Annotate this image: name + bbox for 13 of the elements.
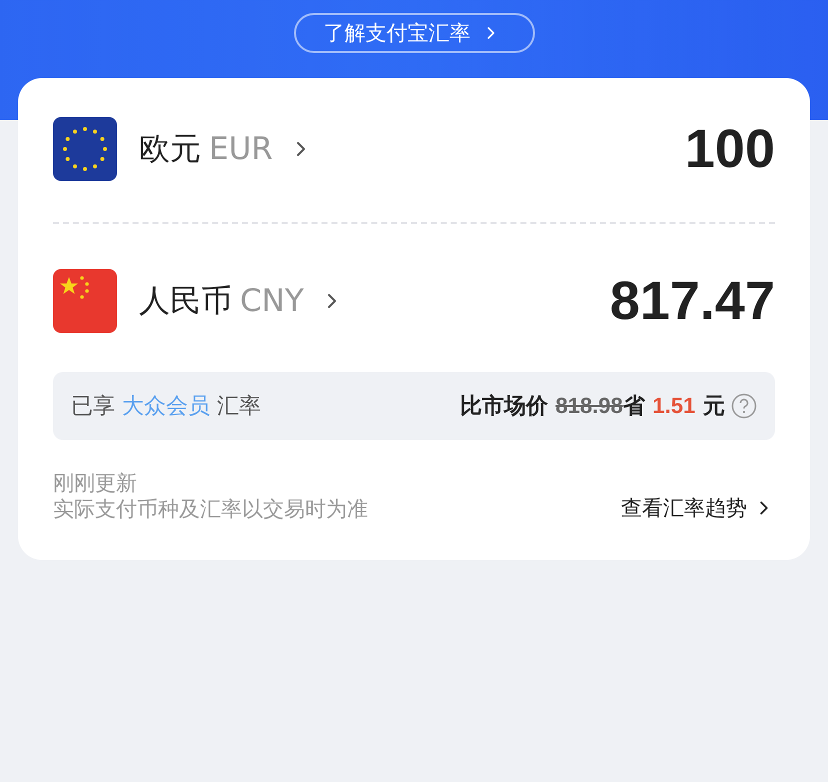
updated-text: 刚刚更新	[53, 470, 138, 496]
amount-text: 817.47	[610, 270, 775, 332]
market-compare-text: 比市场价 818.98省 1.51 元	[460, 392, 725, 421]
currency-selector[interactable]: 人民币 CNY	[139, 280, 344, 322]
amount-text: 100	[684, 118, 775, 180]
disclaimer-text: 实际支付币种及汇率以交易时为准	[53, 496, 368, 522]
member-rate-text: 已享 大众会员 汇率	[71, 393, 261, 421]
rate-trend-link[interactable]: 查看汇率趋势	[621, 494, 775, 522]
china-flag-icon	[53, 269, 117, 333]
help-icon[interactable]	[731, 393, 757, 419]
currency-selector[interactable]: 欧元 EUR	[139, 128, 313, 170]
eu-flag-icon	[53, 117, 117, 181]
learn-rate-link[interactable]: 了解支付宝汇率	[294, 13, 534, 53]
